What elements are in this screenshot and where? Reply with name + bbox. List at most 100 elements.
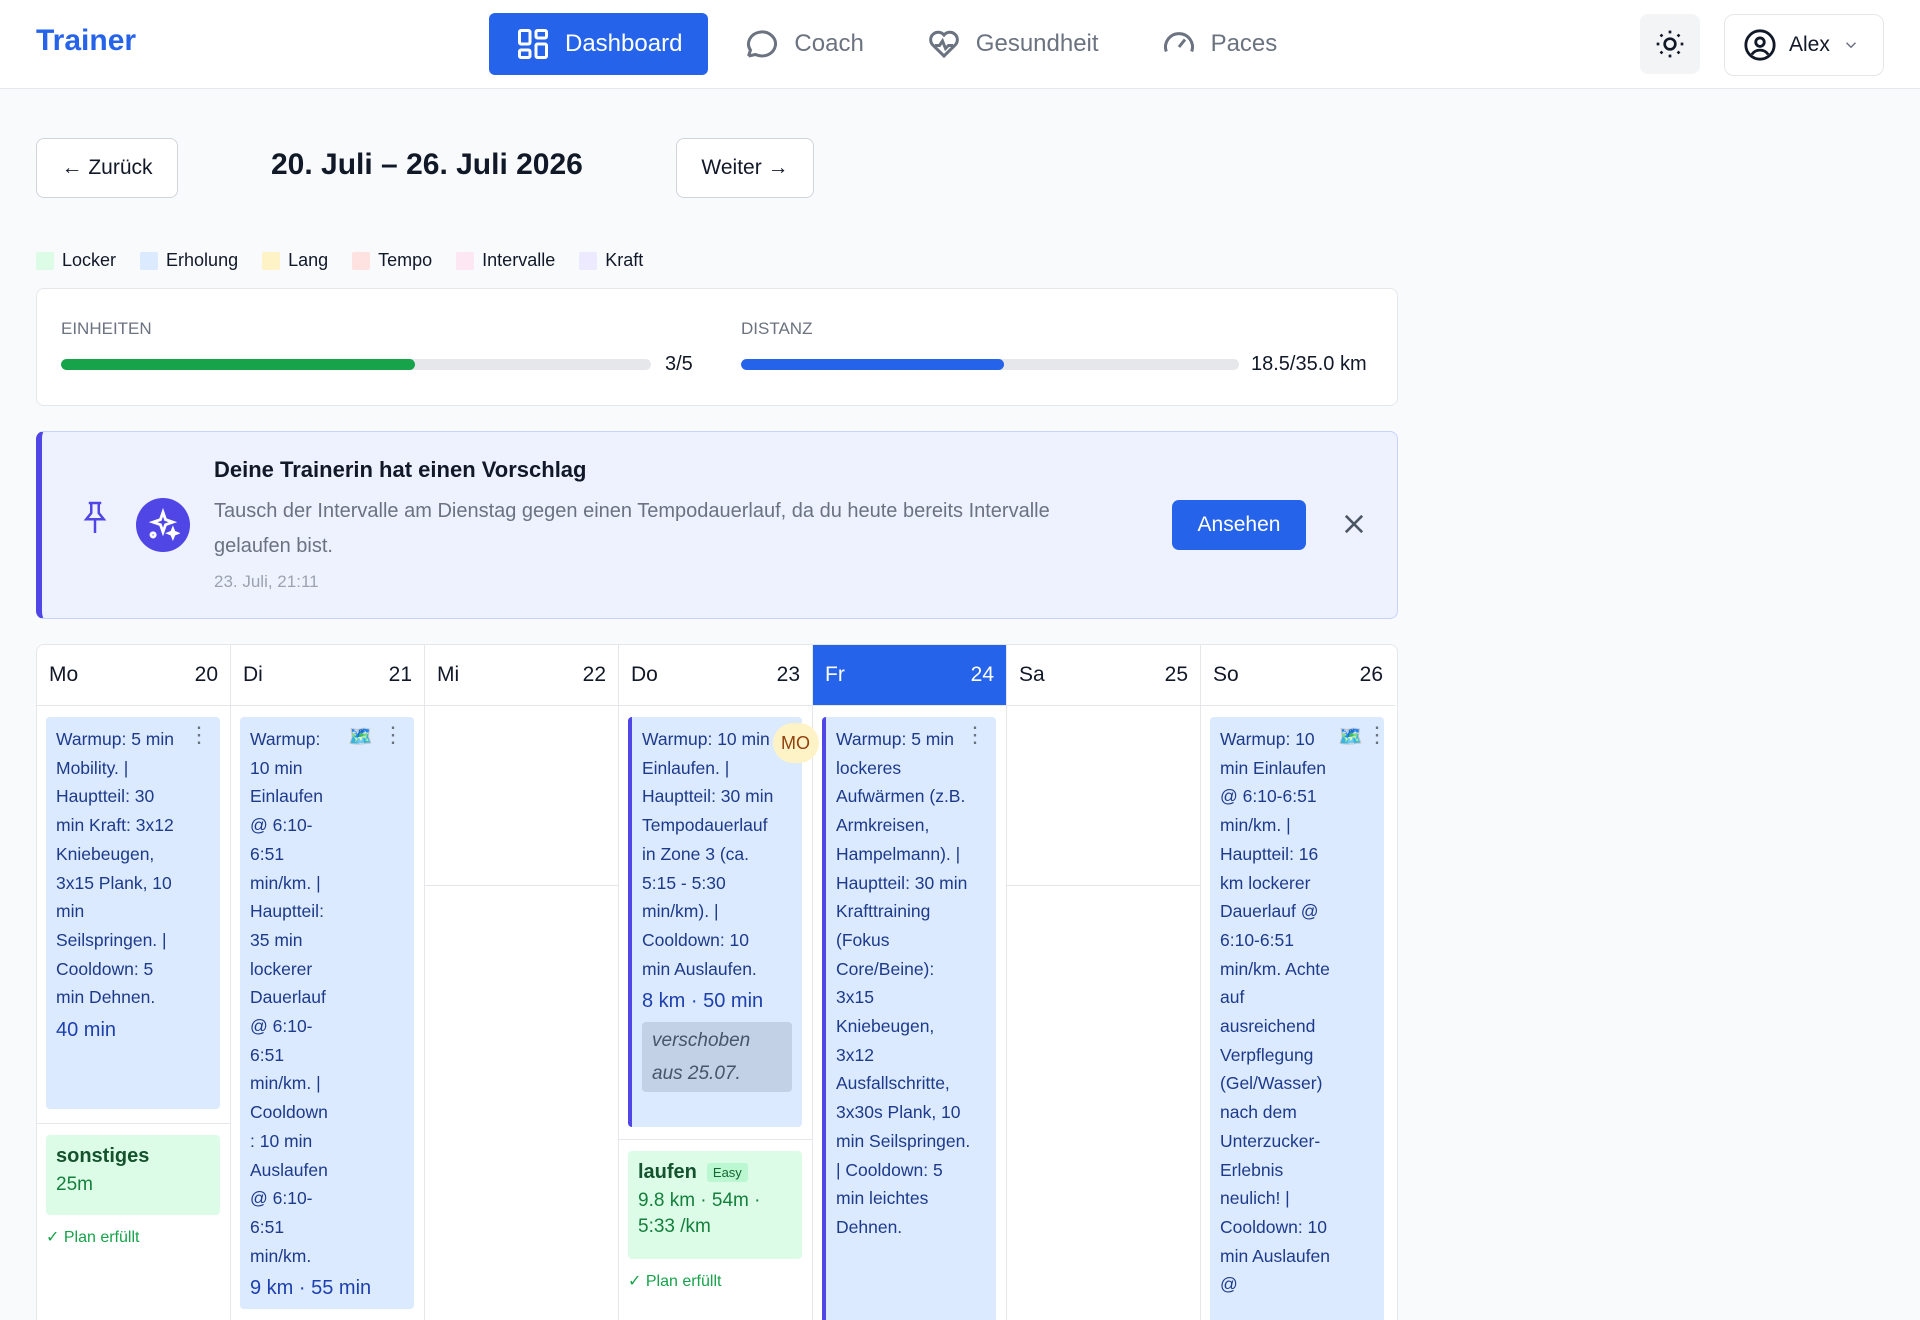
workout-duration: 9 km · 55 min: [250, 1277, 372, 1300]
main-nav: Dashboard Coach Gesundheit Paces: [489, 13, 1303, 75]
dashboard-grid-icon: [518, 29, 548, 59]
prev-week-button[interactable]: ← Zurück: [36, 138, 178, 198]
top-navigation-bar: Trainer Dashboard Coach Gesundheit Paces…: [0, 0, 1920, 89]
suggestion-title: Deine Trainerin hat einen Vorschlag: [214, 457, 587, 482]
activity-title: laufen Easy: [638, 1161, 792, 1184]
workout-description: Warmup: 5 min lockeres Aufwärmen (z.B. A…: [836, 729, 971, 1237]
day-name: Sa: [1019, 663, 1045, 686]
more-options-icon[interactable]: ⋮: [382, 724, 404, 746]
more-options-icon[interactable]: ⋮: [188, 724, 210, 746]
day-name: Mi: [437, 663, 460, 686]
user-menu-button[interactable]: Alex: [1724, 14, 1884, 76]
legend-item-tempo: Tempo: [352, 250, 432, 271]
workout-card[interactable]: 🗺️ ⋮ Warmup: 10 min Einlaufen @ 6:10-6:5…: [240, 717, 414, 1309]
nav-coach[interactable]: Coach: [718, 13, 889, 75]
day-header-today: Fr 24: [813, 645, 1006, 706]
day-number: 21: [388, 663, 412, 686]
units-label: EINHEITEN: [61, 319, 152, 338]
divider: [425, 885, 619, 886]
day-number: 23: [776, 663, 800, 686]
nav-paces-label: Paces: [1210, 30, 1278, 57]
nav-coach-label: Coach: [794, 30, 864, 57]
nav-gesundheit-label: Gesundheit: [975, 30, 1099, 57]
activity-card[interactable]: laufen Easy 9.8 km · 54m · 5:33 /km: [628, 1151, 802, 1259]
activity-name: sonstiges: [56, 1145, 150, 1167]
legend-swatch: [36, 251, 54, 270]
activity-title: sonstiges: [56, 1145, 210, 1168]
divider: [1007, 885, 1201, 886]
day-name: Di: [243, 663, 263, 686]
workout-card[interactable]: 🗺️ ⋮ Warmup: 10 min Einlaufen @ 6:10-6:5…: [1210, 717, 1384, 1320]
divider: [619, 1139, 813, 1140]
day-header: So 26: [1201, 645, 1395, 706]
workout-duration: 8 km · 50 min: [642, 990, 764, 1013]
day-header: Do 23: [619, 645, 812, 706]
day-column-di: Di 21 🗺️ ⋮ Warmup: 10 min Einlaufen @ 6:1…: [231, 645, 425, 1320]
more-options-icon[interactable]: ⋮: [1366, 724, 1384, 746]
legend-label: Tempo: [378, 250, 433, 270]
day-number: 25: [1164, 663, 1188, 686]
day-header: Mo 20: [37, 645, 230, 706]
suggestion-timestamp: 23. Juli, 21:11: [214, 572, 319, 591]
workout-card[interactable]: ⋮ Warmup: 5 min Mobility. | Hauptteil: 3…: [46, 717, 220, 1109]
legend-swatch: [456, 251, 475, 270]
next-week-button[interactable]: Weiter →: [676, 138, 814, 198]
ai-sparkle-avatar: [136, 498, 190, 552]
weekly-stats-panel: EINHEITEN 3/5 DISTANZ 18.5/35.0 km: [36, 288, 1398, 406]
legend-item-intervalle: Intervalle: [456, 250, 555, 271]
day-column-mi: Mi 22: [425, 645, 619, 1320]
workout-duration: 40 min: [56, 1019, 117, 1042]
view-suggestion-button[interactable]: Ansehen: [1172, 500, 1306, 550]
day-column-do: Do 23 Warmup: 10 min Einlaufen. | Hauptte…: [619, 645, 819, 1320]
legend-swatch: [579, 251, 598, 270]
units-progress-bar: [61, 359, 651, 370]
legend-item-locker: Locker: [36, 250, 116, 271]
heart-pulse-icon: [929, 30, 959, 59]
workout-description: Warmup: 5 min Mobility. | Hauptteil: 30 …: [56, 729, 174, 1008]
divider: [37, 1123, 231, 1124]
legend-item-lang: Lang: [262, 250, 328, 271]
activity-card[interactable]: sonstiges 25m: [46, 1135, 220, 1215]
activity-meta: 9.8 km · 54m · 5:33 /km: [638, 1190, 761, 1237]
moved-note: verschoben aus 25.07.: [642, 1022, 792, 1093]
user-avatar-icon: [1744, 29, 1776, 61]
brand-logo[interactable]: Trainer: [36, 24, 136, 58]
sun-icon: [1656, 30, 1684, 58]
day-column-sa: Sa 25: [1007, 645, 1201, 1320]
plan-fulfilled-status: ✓ Plan erfüllt: [46, 1229, 140, 1246]
day-number: 22: [582, 663, 606, 686]
theme-toggle-button[interactable]: [1640, 14, 1700, 74]
day-header: Di 21: [231, 645, 424, 706]
workout-description: Warmup: 10 min Einlaufen @ 6:10-6:51 min…: [250, 729, 328, 1266]
day-name: Fr: [825, 663, 845, 686]
distance-progress-bar: [741, 359, 1239, 370]
week-calendar: Mo 20 ⋮ Warmup: 5 min Mobility. | Hauptte…: [36, 644, 1398, 1320]
workout-card[interactable]: Warmup: 10 min Einlaufen. | Hauptteil: 3…: [628, 717, 802, 1127]
plan-fulfilled-status: ✓ Plan erfüllt: [628, 1273, 722, 1290]
day-column-so: So 26 🗺️ ⋮ Warmup: 10 min Einlaufen @ 6:1…: [1201, 645, 1395, 1320]
legend-label: Intervalle: [482, 250, 556, 270]
intensity-tag: Easy: [706, 1163, 748, 1182]
activity-name: laufen: [638, 1161, 697, 1183]
close-icon[interactable]: [1340, 510, 1368, 538]
workout-card[interactable]: ⋮ Warmup: 5 min lockeres Aufwärmen (z.B.…: [822, 717, 996, 1320]
workout-description: Warmup: 10 min Einlaufen @ 6:10-6:51 min…: [1220, 729, 1330, 1295]
more-options-icon[interactable]: ⋮: [964, 724, 986, 746]
chat-bubble-icon: [747, 30, 778, 58]
workout-type-legend: Locker Erholung Lang Tempo Intervalle Kr…: [36, 250, 643, 271]
legend-label: Locker: [62, 250, 117, 270]
units-progress-fill: [61, 359, 415, 370]
day-header: Mi 22: [425, 645, 618, 706]
legend-label: Erholung: [166, 250, 239, 270]
day-number: 24: [970, 663, 994, 686]
nav-dashboard[interactable]: Dashboard: [489, 13, 709, 75]
pin-icon[interactable]: [80, 500, 110, 536]
suggestion-text: Tausch der Intervalle am Dienstag gegen …: [214, 500, 1050, 557]
nav-dashboard-label: Dashboard: [565, 30, 683, 57]
nav-paces[interactable]: Paces: [1135, 13, 1304, 75]
nav-gesundheit[interactable]: Gesundheit: [900, 13, 1125, 75]
units-value: 3/5: [665, 353, 693, 375]
distance-progress-fill: [741, 359, 1005, 370]
distance-label: DISTANZ: [741, 319, 813, 338]
day-name: Do: [631, 663, 658, 686]
